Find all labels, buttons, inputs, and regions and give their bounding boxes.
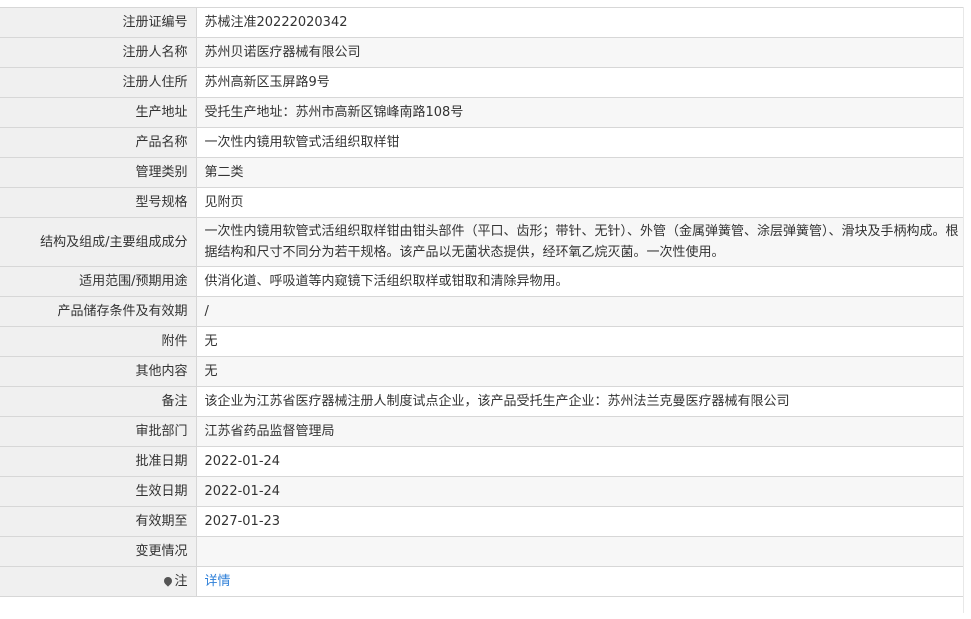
details-link[interactable]: 详情: [205, 574, 231, 589]
row-intended-use: 适用范围/预期用途 供消化道、呼吸道等内窥镜下活组织取样或钳取和清除异物用。: [0, 266, 963, 297]
label-approval-department: 审批部门: [0, 416, 197, 447]
value-other-content: 无: [196, 356, 963, 387]
row-registrant-name: 注册人名称 苏州贝诺医疗器械有限公司: [0, 37, 963, 68]
value-change-status: [196, 536, 963, 567]
value-intended-use: 供消化道、呼吸道等内窥镜下活组织取样或钳取和清除异物用。: [196, 266, 963, 297]
value-approval-date: 2022-01-24: [196, 446, 963, 477]
label-change-status: 变更情况: [0, 536, 197, 567]
value-remarks: 该企业为江苏省医疗器械注册人制度试点企业，该产品受托生产企业：苏州法兰克曼医疗器…: [196, 386, 963, 417]
value-production-address: 受托生产地址：苏州市高新区锦峰南路108号: [196, 97, 963, 128]
value-note: 详情: [196, 566, 963, 597]
value-approval-department: 江苏省药品监督管理局: [196, 416, 963, 447]
pin-icon: [162, 575, 175, 587]
label-effective-date: 生效日期: [0, 476, 197, 507]
row-production-address: 生产地址 受托生产地址：苏州市高新区锦峰南路108号: [0, 97, 963, 128]
label-remarks: 备注: [0, 386, 197, 417]
row-registration-number: 注册证编号 苏械注准20222020342: [0, 7, 963, 38]
label-attachments: 附件: [0, 326, 197, 357]
note-label-text: 注: [174, 574, 188, 589]
label-model-spec: 型号规格: [0, 187, 197, 218]
row-effective-date: 生效日期 2022-01-24: [0, 476, 963, 507]
label-other-content: 其他内容: [0, 356, 197, 387]
label-intended-use: 适用范围/预期用途: [0, 266, 197, 297]
value-registrant-name: 苏州贝诺医疗器械有限公司: [196, 37, 963, 68]
row-management-class: 管理类别 第二类: [0, 157, 963, 188]
row-change-status: 变更情况: [0, 536, 963, 567]
value-effective-date: 2022-01-24: [196, 476, 963, 507]
row-note: 注 详情: [0, 566, 963, 597]
label-registration-number: 注册证编号: [0, 7, 197, 38]
row-storage-validity: 产品储存条件及有效期 /: [0, 296, 963, 327]
label-product-name: 产品名称: [0, 127, 197, 158]
right-border: [963, 7, 964, 613]
row-product-name: 产品名称 一次性内镜用软管式活组织取样钳: [0, 127, 963, 158]
label-storage-validity: 产品储存条件及有效期: [0, 296, 197, 327]
value-structure-composition: 一次性内镜用软管式活组织取样钳由钳头部件（平口、齿形；带针、无针）、外管（金属弹…: [196, 217, 963, 267]
row-structure-composition: 结构及组成/主要组成成分 一次性内镜用软管式活组织取样钳由钳头部件（平口、齿形；…: [0, 217, 963, 267]
row-other-content: 其他内容 无: [0, 356, 963, 387]
row-valid-until: 有效期至 2027-01-23: [0, 506, 963, 537]
row-attachments: 附件 无: [0, 326, 963, 357]
value-registrant-address: 苏州高新区玉屏路9号: [196, 67, 963, 98]
label-approval-date: 批准日期: [0, 446, 197, 477]
registration-detail-table: 注册证编号 苏械注准20222020342 注册人名称 苏州贝诺医疗器械有限公司…: [0, 7, 963, 597]
label-registrant-address: 注册人住所: [0, 67, 197, 98]
label-management-class: 管理类别: [0, 157, 197, 188]
row-approval-department: 审批部门 江苏省药品监督管理局: [0, 416, 963, 447]
label-production-address: 生产地址: [0, 97, 197, 128]
value-storage-validity: /: [196, 296, 963, 327]
label-valid-until: 有效期至: [0, 506, 197, 537]
value-management-class: 第二类: [196, 157, 963, 188]
label-structure-composition: 结构及组成/主要组成成分: [0, 217, 197, 267]
value-model-spec: 见附页: [196, 187, 963, 218]
label-note: 注: [0, 566, 197, 597]
value-valid-until: 2027-01-23: [196, 506, 963, 537]
label-registrant-name: 注册人名称: [0, 37, 197, 68]
row-remarks: 备注 该企业为江苏省医疗器械注册人制度试点企业，该产品受托生产企业：苏州法兰克曼…: [0, 386, 963, 417]
row-registrant-address: 注册人住所 苏州高新区玉屏路9号: [0, 67, 963, 98]
value-registration-number: 苏械注准20222020342: [196, 7, 963, 38]
value-product-name: 一次性内镜用软管式活组织取样钳: [196, 127, 963, 158]
value-attachments: 无: [196, 326, 963, 357]
row-approval-date: 批准日期 2022-01-24: [0, 446, 963, 477]
row-model-spec: 型号规格 见附页: [0, 187, 963, 218]
